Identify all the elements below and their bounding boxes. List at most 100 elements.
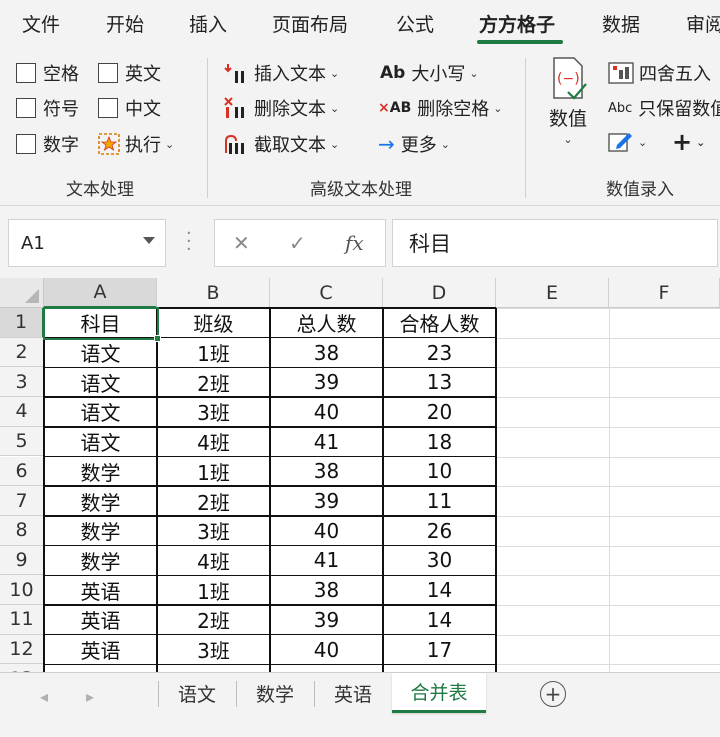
checkbox-box[interactable]: [98, 63, 118, 83]
sheet-tab[interactable]: 语文: [158, 673, 236, 713]
extract-text-button[interactable]: 截取文本 ⌄: [224, 131, 339, 157]
table-cell[interactable]: 20: [383, 397, 496, 427]
table-cell[interactable]: 40: [270, 635, 383, 665]
table-cell[interactable]: 数学: [44, 546, 157, 576]
fill-handle[interactable]: [154, 335, 161, 342]
table-cell[interactable]: 总人数: [270, 308, 383, 338]
checkbox-box[interactable]: [16, 134, 36, 154]
sheet-tab[interactable]: 数学: [236, 673, 314, 713]
row-header[interactable]: 13: [0, 664, 44, 672]
round-button[interactable]: 四舍五入: [608, 60, 711, 86]
table-cell[interactable]: 41: [270, 427, 383, 457]
splitter-handle[interactable]: · · ·: [186, 225, 192, 259]
table-cell[interactable]: 13: [383, 367, 496, 397]
sheet-tab[interactable]: 英语: [314, 673, 392, 713]
row-header[interactable]: 1: [0, 308, 44, 338]
keep-values-button[interactable]: Abc 只保留数值: [608, 95, 720, 121]
table-cell[interactable]: 17: [383, 635, 496, 665]
checkbox-english[interactable]: 英文: [98, 60, 161, 86]
table-cell[interactable]: 11: [383, 486, 496, 516]
value-button[interactable]: (−) 数值 ⌄: [548, 56, 588, 146]
row-header[interactable]: 11: [0, 605, 44, 635]
table-cell[interactable]: 18: [383, 427, 496, 457]
checkbox-box[interactable]: [16, 98, 36, 118]
execute-button[interactable]: 执行 ⌄: [98, 131, 174, 157]
row-header[interactable]: 6: [0, 456, 44, 487]
table-cell[interactable]: 40: [270, 516, 383, 546]
table-cell[interactable]: 4班: [157, 546, 270, 576]
row-header[interactable]: 7: [0, 486, 44, 516]
tab-home[interactable]: 开始: [106, 10, 144, 37]
table-cell[interactable]: 班级: [157, 308, 270, 338]
row-header[interactable]: 3: [0, 367, 44, 398]
table-cell[interactable]: 38: [270, 457, 383, 487]
column-header-d[interactable]: D: [383, 278, 496, 308]
column-header-e[interactable]: E: [496, 278, 609, 308]
plus-button[interactable]: + ⌄: [672, 128, 705, 156]
checkbox-chinese[interactable]: 中文: [98, 95, 161, 121]
row-header[interactable]: 9: [0, 545, 44, 576]
add-sheet-icon[interactable]: +: [540, 681, 566, 707]
checkbox-symbol[interactable]: 符号: [16, 95, 79, 121]
table-cell[interactable]: 合格人数: [383, 308, 496, 338]
cancel-icon[interactable]: ✕: [233, 231, 250, 255]
tab-data[interactable]: 数据: [602, 10, 640, 37]
table-cell[interactable]: 语文: [44, 338, 157, 368]
column-header-c[interactable]: C: [270, 278, 383, 308]
checkbox-space[interactable]: 空格: [16, 60, 79, 86]
confirm-icon[interactable]: ✓: [289, 231, 306, 255]
table-cell[interactable]: 语文: [44, 367, 157, 397]
tab-fangfanggezi[interactable]: 方方格子: [479, 10, 555, 37]
table-cell[interactable]: 39: [270, 605, 383, 635]
table-cell[interactable]: 14: [383, 605, 496, 635]
column-header-b[interactable]: B: [157, 278, 270, 308]
table-cell[interactable]: 语文: [44, 427, 157, 457]
row-header[interactable]: 12: [0, 634, 44, 665]
insert-text-button[interactable]: 插入文本 ⌄: [224, 60, 339, 86]
table-cell[interactable]: 1班: [157, 457, 270, 487]
tab-page-layout[interactable]: 页面布局: [272, 10, 348, 37]
table-cell[interactable]: 39: [270, 367, 383, 397]
table-cell[interactable]: 23: [383, 338, 496, 368]
edit-button[interactable]: ⌄: [608, 131, 647, 153]
table-cell[interactable]: 14: [383, 575, 496, 605]
table-cell[interactable]: 英语: [44, 575, 157, 605]
name-box[interactable]: A1: [8, 219, 166, 267]
table-cell[interactable]: 10: [383, 457, 496, 487]
table-cell[interactable]: 2班: [157, 605, 270, 635]
delete-text-button[interactable]: 删除文本 ⌄: [224, 95, 339, 121]
tab-insert[interactable]: 插入: [189, 10, 227, 37]
row-header[interactable]: 4: [0, 397, 44, 427]
table-cell[interactable]: 38: [270, 338, 383, 368]
chevron-down-icon[interactable]: [143, 237, 155, 244]
formula-input[interactable]: 科目: [392, 219, 718, 267]
table-cell[interactable]: 英语: [44, 635, 157, 665]
table-cell[interactable]: 1班: [157, 338, 270, 368]
table-cell[interactable]: 41: [270, 546, 383, 576]
scroll-left-icon[interactable]: ◂: [40, 687, 48, 706]
select-all-corner[interactable]: [0, 278, 44, 308]
delete-space-button[interactable]: ×AB 删除空格 ⌄: [378, 95, 502, 121]
table-cell[interactable]: 26: [383, 516, 496, 546]
table-cell[interactable]: 40: [270, 397, 383, 427]
table-cell[interactable]: 2班: [157, 486, 270, 516]
checkbox-box[interactable]: [98, 98, 118, 118]
row-header[interactable]: 10: [0, 575, 44, 605]
table-cell[interactable]: 4班: [157, 427, 270, 457]
tab-file[interactable]: 文件: [22, 10, 60, 37]
tab-formulas[interactable]: 公式: [396, 10, 434, 37]
insert-function-icon[interactable]: fx: [345, 231, 364, 255]
more-button[interactable]: → 更多 ⌄: [378, 131, 450, 157]
row-header[interactable]: 8: [0, 515, 44, 546]
table-cell[interactable]: 数学: [44, 457, 157, 487]
scroll-right-icon[interactable]: ▸: [86, 687, 94, 706]
tab-review[interactable]: 审阅: [686, 10, 720, 37]
table-cell[interactable]: 30: [383, 546, 496, 576]
table-cell[interactable]: 数学: [44, 516, 157, 546]
sheet-tab[interactable]: 合并表: [392, 673, 486, 713]
table-cell[interactable]: 3班: [157, 397, 270, 427]
checkbox-box[interactable]: [16, 63, 36, 83]
table-cell[interactable]: 数学: [44, 486, 157, 516]
row-header[interactable]: 5: [0, 426, 44, 457]
case-button[interactable]: Ab 大小写 ⌄: [380, 60, 479, 86]
